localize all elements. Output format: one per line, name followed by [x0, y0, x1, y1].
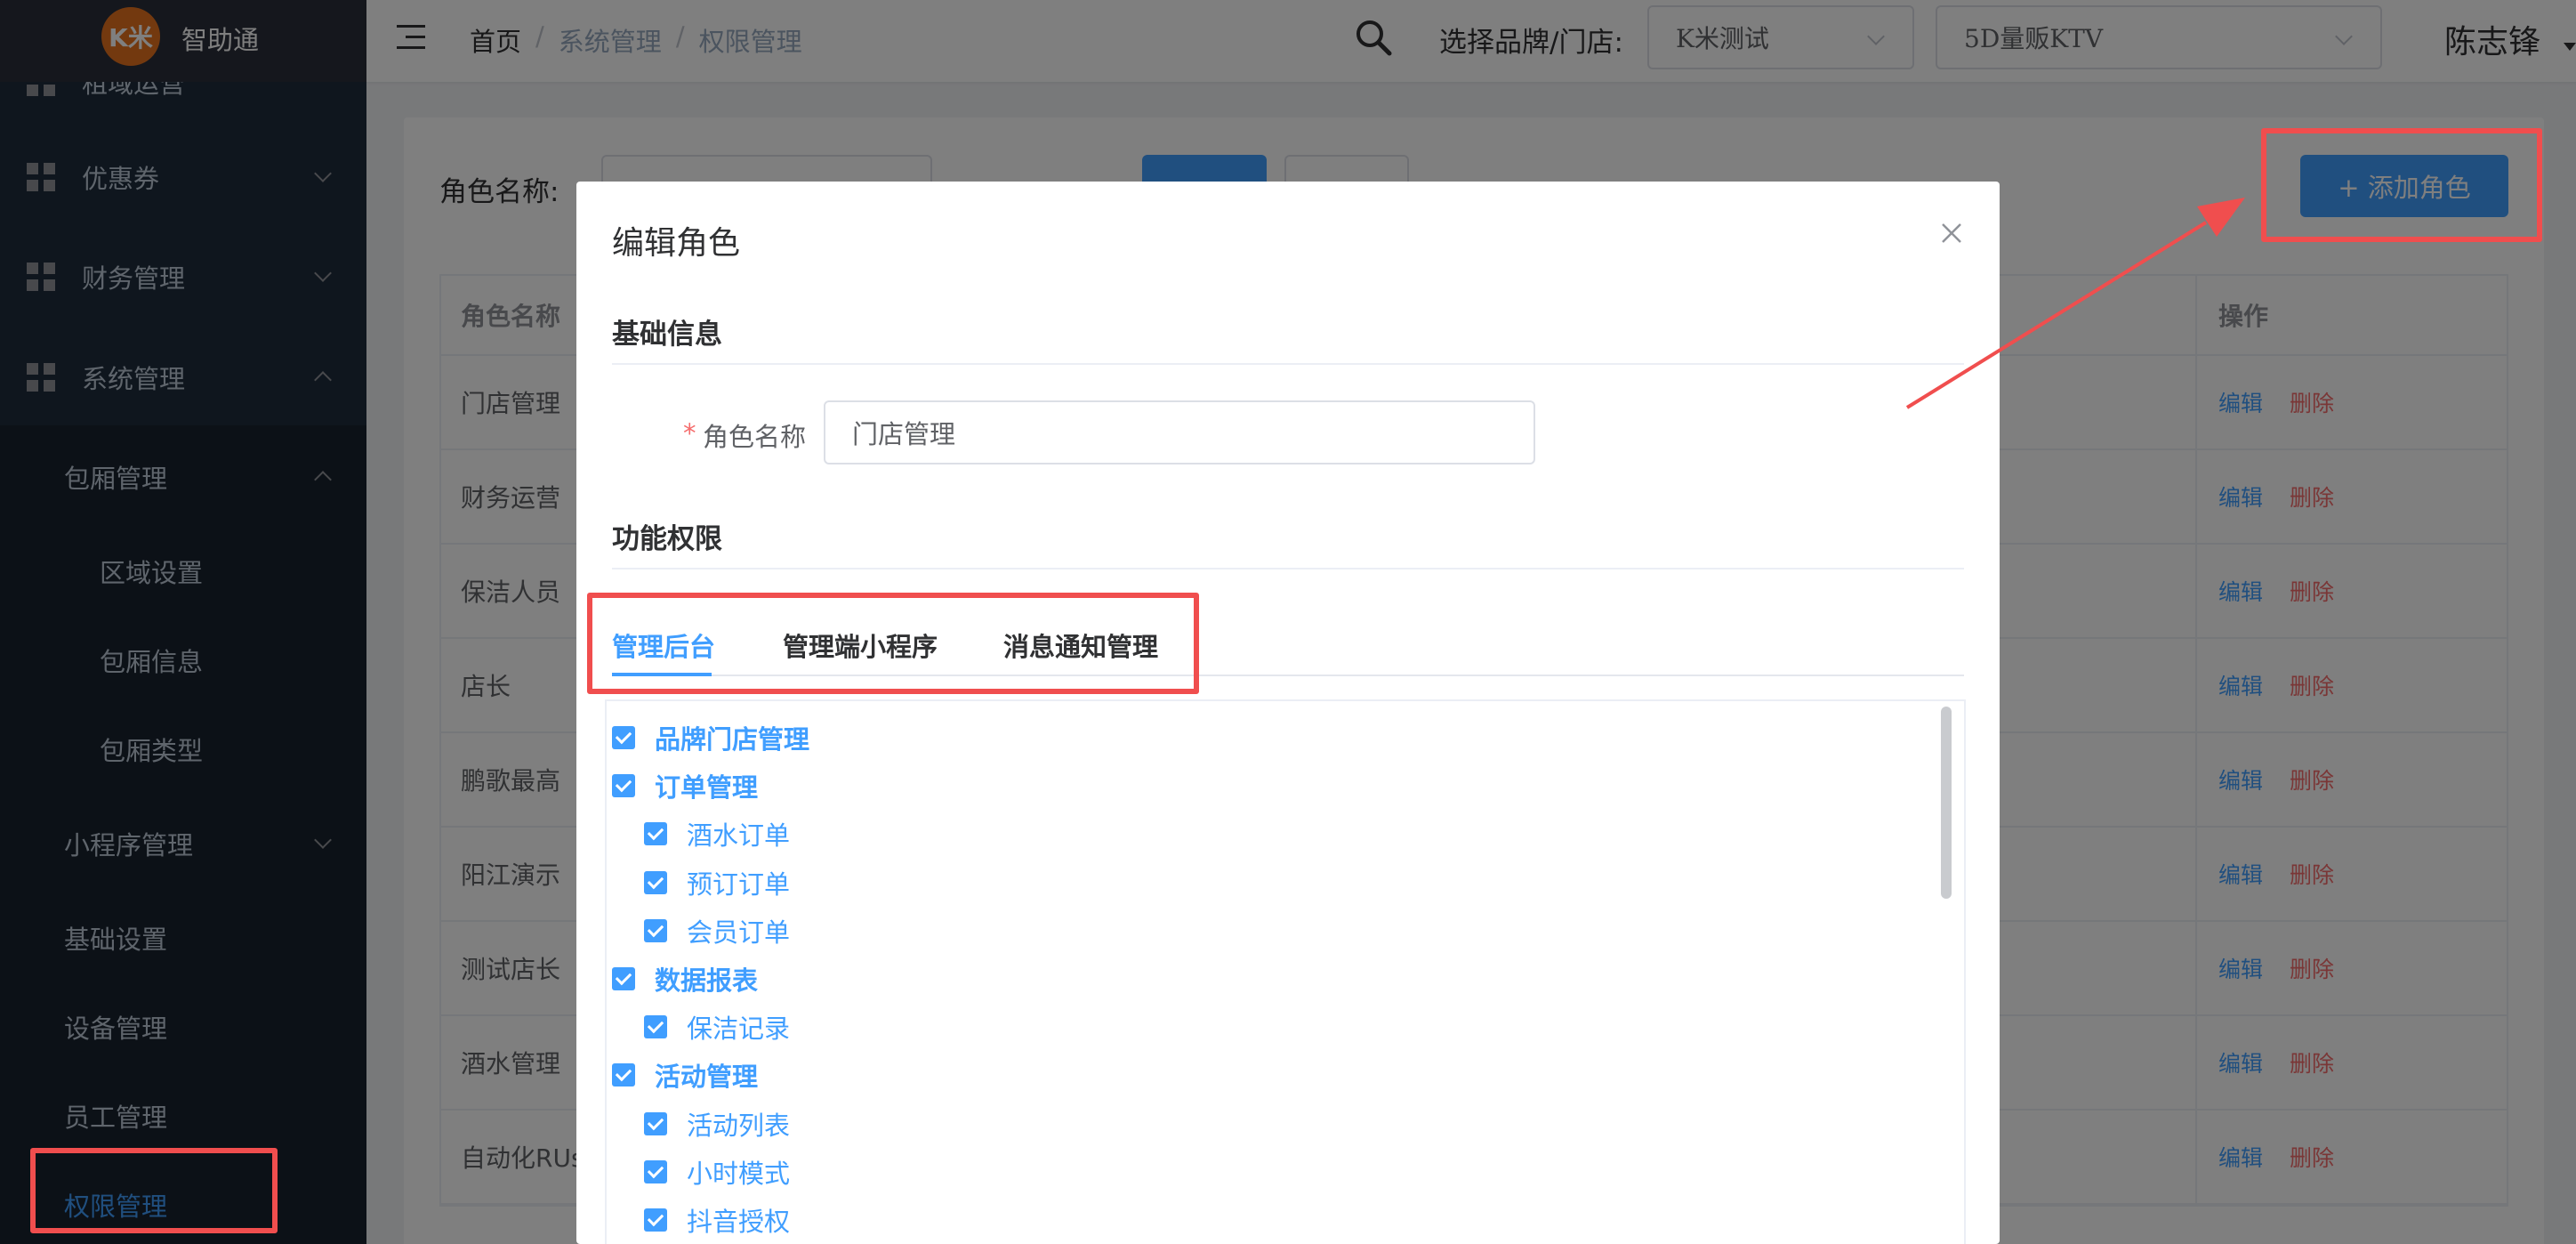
tree-node-label: 数据报表 — [655, 965, 759, 996]
edit-role-dialog: 编辑角色 基础信息 * 角色名称 功能权限 管理后台 管理端小程序 消息通知管理… — [576, 182, 2000, 1244]
permission-tree — [605, 699, 1966, 1244]
divider — [612, 568, 1964, 569]
divider — [612, 363, 1964, 365]
tree-node-label: 抖音授权 — [687, 1207, 791, 1237]
checkbox-checked-icon[interactable] — [612, 726, 635, 749]
annotation-box-add-role — [2261, 128, 2542, 242]
checkbox-checked-icon[interactable] — [644, 1015, 667, 1039]
tree-node-label: 保洁记录 — [687, 1014, 791, 1045]
tree-node[interactable]: 订单管理 — [612, 767, 758, 804]
checkbox-checked-icon[interactable] — [644, 1111, 667, 1135]
tree-node[interactable]: 酒水订单 — [644, 815, 790, 852]
dialog-title: 编辑角色 — [612, 225, 741, 262]
tree-node-label: 小时模式 — [687, 1158, 791, 1189]
section-title-basic: 基础信息 — [612, 319, 722, 351]
tree-node[interactable]: 品牌门店管理 — [612, 719, 809, 756]
tree-node[interactable]: 保洁记录 — [644, 1008, 790, 1046]
tree-node[interactable]: 活动管理 — [612, 1056, 758, 1094]
tree-node[interactable]: 数据报表 — [612, 960, 758, 998]
tree-node-label: 活动列表 — [687, 1110, 791, 1141]
checkbox-checked-icon[interactable] — [644, 822, 667, 846]
tree-node-label: 品牌门店管理 — [655, 724, 810, 755]
checkbox-checked-icon[interactable] — [644, 1159, 667, 1183]
tree-node[interactable]: 活动列表 — [644, 1105, 790, 1143]
checkbox-checked-icon[interactable] — [644, 918, 667, 942]
tree-node[interactable]: 会员订单 — [644, 912, 790, 949]
scrollbar-thumb[interactable] — [1941, 707, 1952, 899]
required-mark: * — [683, 418, 696, 448]
close-icon[interactable] — [1939, 221, 1964, 246]
checkbox-checked-icon[interactable] — [612, 774, 635, 798]
section-title-permissions: 功能权限 — [612, 523, 722, 555]
tree-node[interactable]: 抖音授权 — [644, 1201, 790, 1239]
tree-node-label: 订单管理 — [655, 772, 759, 804]
tree-node[interactable]: 小时模式 — [644, 1153, 790, 1191]
checkbox-checked-icon[interactable] — [644, 870, 667, 894]
checkbox-checked-icon[interactable] — [644, 1208, 667, 1232]
checkbox-checked-icon[interactable] — [612, 967, 635, 990]
annotation-box-permissions — [30, 1148, 278, 1233]
annotation-box-tabs — [587, 593, 1199, 694]
role-name-label: 角色名称 — [703, 422, 807, 452]
role-name-input[interactable] — [824, 400, 1535, 464]
tree-node-label: 预订订单 — [687, 868, 791, 900]
tree-node-label: 酒水订单 — [687, 820, 791, 852]
checkbox-checked-icon[interactable] — [612, 1063, 635, 1087]
tree-node[interactable]: 预订订单 — [644, 864, 790, 901]
tree-node-label: 活动管理 — [655, 1062, 759, 1093]
tree-node-label: 会员订单 — [687, 917, 791, 948]
